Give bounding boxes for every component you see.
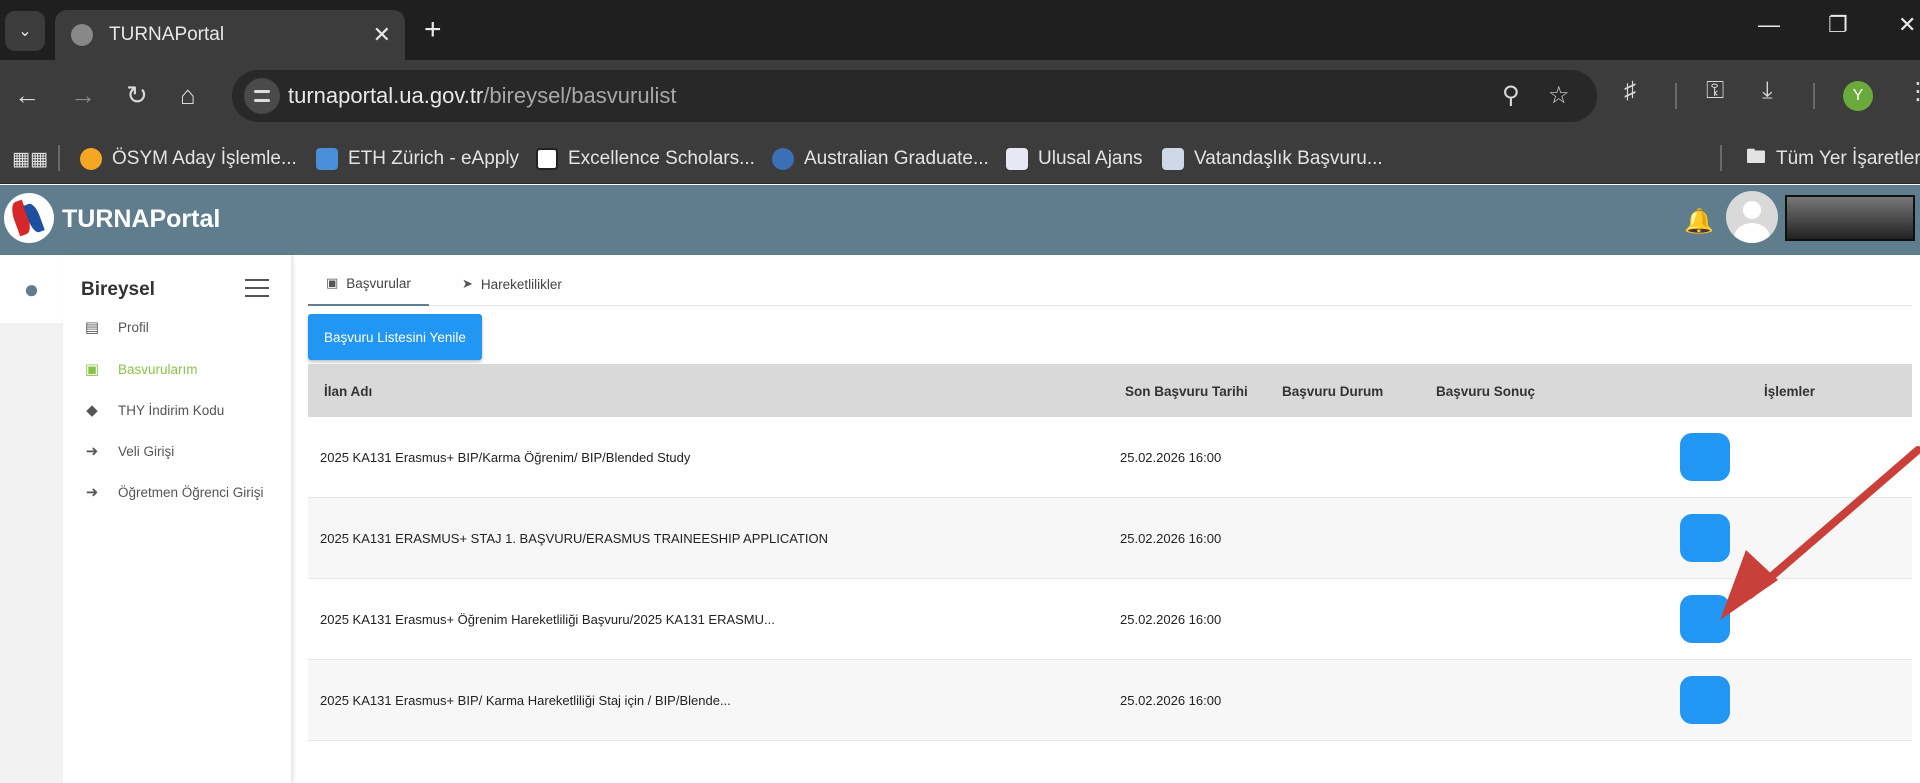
column-header: Başvuru Durum: [1282, 384, 1384, 399]
cell-deadline: 25.02.2026 16:00: [1120, 612, 1222, 627]
row-action-button[interactable]: [1680, 595, 1730, 643]
sidebar: Bireysel ▤ Profil ▣ Basvurularım ◆ THY İ…: [63, 255, 291, 783]
table-row: 2025 KA131 ERASMUS+ STAJ 1. BAŞVURU/ERAS…: [308, 498, 1912, 579]
sidebar-title: Bireysel: [81, 279, 155, 300]
password-key-icon[interactable]: ⚿: [1706, 77, 1724, 105]
row-action-button[interactable]: [1680, 433, 1730, 481]
user-icon: ●: [23, 273, 40, 304]
sidebar-item-basvurularim[interactable]: ▣ Basvurularım: [80, 357, 198, 381]
sidebar-item-thy-indirim[interactable]: ◆ THY İndirim Kodu: [80, 398, 224, 422]
cell-name: 2025 KA131 Erasmus+ BIP/ Karma Hareketli…: [320, 693, 731, 708]
close-tab-icon[interactable]: ✕: [373, 22, 391, 48]
table-row: 2025 KA131 Erasmus+ BIP/Karma Öğrenim/ B…: [308, 417, 1912, 498]
cell-name: 2025 KA131 Erasmus+ BIP/Karma Öğrenim/ B…: [320, 450, 691, 465]
table-header: İlan Adı Son Başvuru Tarihi Başvuru Duru…: [308, 364, 1912, 417]
new-tab-plus-icon[interactable]: +: [424, 12, 442, 48]
id-card-icon: ▤: [84, 319, 100, 336]
restore-icon[interactable]: ❐: [1828, 12, 1848, 38]
eth-icon: [316, 148, 338, 170]
home-icon[interactable]: ⌂: [180, 80, 196, 110]
folder-icon: 🖿: [1746, 146, 1766, 168]
app-name[interactable]: TURNAPortal: [62, 205, 220, 234]
row-action-button[interactable]: [1680, 514, 1730, 562]
column-header: Son Başvuru Tarihi: [1125, 384, 1248, 399]
tab-hareketlilikler[interactable]: ➤ Hareketlilikler: [444, 262, 580, 306]
cell-name: 2025 KA131 Erasmus+ Öğrenim Hareketliliğ…: [320, 612, 775, 627]
apps-grid-icon[interactable]: ▦▦: [12, 146, 48, 172]
address-bar[interactable]: turnaportal.ua.gov.tr/bireysel/basvuruli…: [232, 70, 1597, 122]
hamburger-menu-icon[interactable]: [245, 279, 269, 297]
eth-badge-icon: [536, 148, 558, 170]
profile-avatar[interactable]: Y: [1843, 81, 1873, 111]
tab-title: TURNAPortal: [109, 24, 225, 45]
bookmarks-bar: ▦▦ ÖSYM Aday İşlemle... ETH Zürich - eAp…: [0, 132, 1920, 184]
chevron-down-icon: ⌄: [18, 23, 32, 40]
bookmark-excellence[interactable]: Excellence Scholars...: [536, 146, 755, 172]
browser-tab[interactable]: TURNAPortal ✕: [55, 10, 405, 60]
menu-kebab-icon[interactable]: ⋮: [1906, 77, 1920, 106]
site-info-icon[interactable]: [244, 78, 280, 114]
ulusal-ajans-icon: [1006, 148, 1028, 170]
all-bookmarks-folder[interactable]: 🖿 Tüm Yer İşaretleri: [1746, 146, 1920, 172]
forward-arrow-icon[interactable]: →: [70, 80, 96, 110]
tag-icon: ◆: [86, 402, 98, 419]
clipboard-icon: ▣: [84, 361, 100, 378]
cell-deadline: 25.02.2026 16:00: [1120, 450, 1222, 465]
bookmark-osym[interactable]: ÖSYM Aday İşlemle...: [80, 146, 297, 172]
bookmark-vatandaslik[interactable]: Vatandaşlık Başvuru...: [1162, 146, 1383, 172]
table-row: 2025 KA131 Erasmus+ Öğrenim Hareketliliğ…: [308, 579, 1912, 660]
minimize-icon[interactable]: —: [1758, 12, 1780, 38]
bookmark-divider: [1720, 145, 1722, 171]
reload-icon[interactable]: ↻: [126, 80, 148, 110]
sidebar-item-profil[interactable]: ▤ Profil: [80, 315, 149, 339]
cell-deadline: 25.02.2026 16:00: [1120, 693, 1222, 708]
user-name-redacted[interactable]: [1785, 195, 1915, 241]
bookmark-star-icon[interactable]: ☆: [1548, 81, 1570, 110]
download-icon[interactable]: ⤓: [1762, 77, 1773, 105]
tab-search-button[interactable]: ⌄: [5, 11, 45, 51]
document-icon: [1162, 148, 1184, 170]
toolbar-divider: [1813, 83, 1815, 109]
icon-rail: ●: [0, 255, 63, 783]
refresh-list-button[interactable]: Başvuru Listesini Yenile: [308, 314, 482, 360]
user-avatar[interactable]: [1726, 191, 1778, 243]
globe-favicon-icon: [71, 24, 93, 46]
paper-plane-icon: ➤: [462, 276, 473, 291]
tab-basvurular[interactable]: ▣ Başvurular: [308, 262, 429, 306]
bookmark-divider: [58, 145, 60, 171]
globe-icon: [772, 148, 794, 170]
toolbar-divider: [1675, 83, 1677, 109]
window-close-icon[interactable]: ✕: [1898, 12, 1916, 38]
rail-user-button[interactable]: ●: [0, 255, 63, 323]
zoom-search-icon[interactable]: ⚲: [1502, 81, 1520, 110]
sign-in-icon: ➜: [85, 443, 99, 460]
browser-tab-strip: ⌄ TURNAPortal ✕ + — ❐ ✕: [0, 0, 1920, 60]
bookmark-australian[interactable]: Australian Graduate...: [772, 146, 989, 172]
osym-icon: [80, 148, 102, 170]
clipboard-icon: ▣: [326, 275, 339, 290]
cell-name: 2025 KA131 ERASMUS+ STAJ 1. BAŞVURU/ERAS…: [320, 531, 829, 546]
sign-in-icon: ➜: [85, 484, 99, 501]
table-row: 2025 KA131 Erasmus+ BIP/ Karma Hareketli…: [308, 660, 1912, 741]
sidebar-item-veli-girisi[interactable]: ➜ Veli Girişi: [80, 439, 175, 463]
column-header: İlan Adı: [324, 384, 373, 399]
extensions-puzzle-icon[interactable]: ♯: [1624, 77, 1636, 105]
back-arrow-icon[interactable]: ←: [14, 80, 40, 110]
cell-deadline: 25.02.2026 16:00: [1120, 531, 1222, 546]
url-text[interactable]: turnaportal.ua.gov.tr/bireysel/basvuruli…: [288, 83, 676, 109]
bookmark-eth[interactable]: ETH Zürich - eApply: [316, 146, 519, 172]
bookmark-ulusal-ajans[interactable]: Ulusal Ajans: [1006, 146, 1143, 172]
column-header: İşlemler: [1764, 384, 1816, 399]
turna-logo-icon[interactable]: [4, 193, 54, 243]
column-header: Başvuru Sonuç: [1436, 384, 1536, 399]
content-tabs: ▣ Başvurular ➤ Hareketlilikler: [308, 262, 1912, 306]
applications-table: İlan Adı Son Başvuru Tarihi Başvuru Duru…: [308, 364, 1912, 741]
sidebar-item-ogretmen-ogrenci[interactable]: ➜ Öğretmen Öğrenci Girişi: [80, 480, 264, 504]
bell-icon[interactable]: 🔔: [1684, 207, 1714, 236]
app-header: TURNAPortal 🔔: [0, 185, 1920, 255]
row-action-button[interactable]: [1680, 676, 1730, 724]
